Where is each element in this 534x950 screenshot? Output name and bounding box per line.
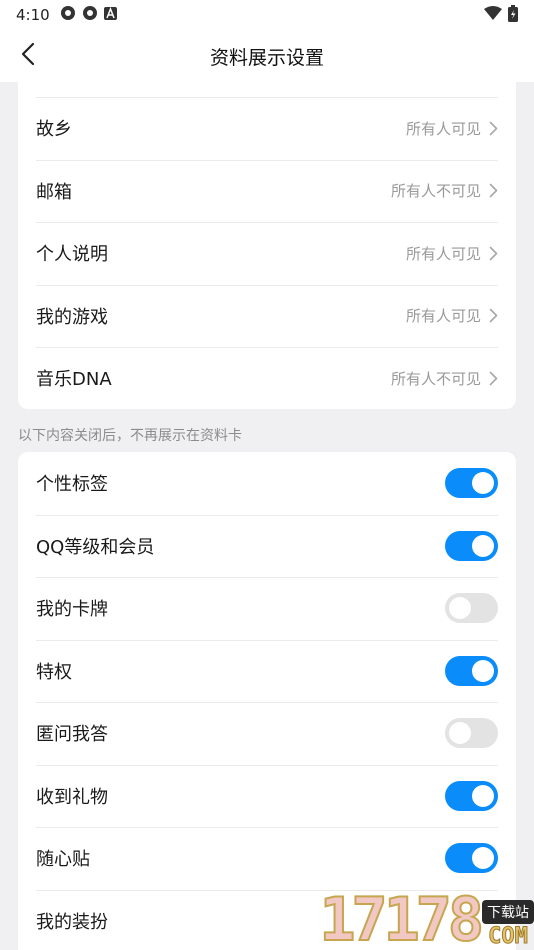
chevron-right-icon xyxy=(489,308,498,323)
battery-icon xyxy=(508,4,518,26)
chevron-right-icon xyxy=(489,121,498,136)
toggle-row-label: 我的装扮 xyxy=(36,911,108,933)
visibility-row-value: 所有人不可见 xyxy=(390,182,481,201)
toggle-row: 匿问我答 xyxy=(18,702,516,765)
wifi-icon xyxy=(484,6,502,24)
settings-gear-icon xyxy=(82,5,98,25)
toggle-row: QQ等级和会员 xyxy=(18,514,516,578)
toggle-knob xyxy=(472,784,494,807)
toggle-switch[interactable] xyxy=(445,530,498,561)
watermark-tag: 下载站 xyxy=(482,900,534,924)
list-item-partial xyxy=(18,68,516,97)
toggle-switch[interactable] xyxy=(445,468,498,499)
visibility-row-label: 个人说明 xyxy=(36,244,108,266)
visibility-row[interactable]: 邮箱 所有人不可见 xyxy=(18,159,516,223)
visibility-row[interactable]: 个人说明 所有人可见 xyxy=(18,222,516,285)
visibility-row[interactable]: 音乐DNA 所有人不可见 xyxy=(18,347,516,409)
toggle-row-label: 我的卡牌 xyxy=(36,599,108,621)
toggle-knob xyxy=(472,534,494,557)
toggle-row: 个性标签 xyxy=(18,452,516,515)
status-time: 4:10 xyxy=(16,6,50,24)
chevron-right-icon xyxy=(489,246,498,261)
visibility-row-label: 我的游戏 xyxy=(36,306,108,328)
toggle-switch[interactable] xyxy=(445,843,498,874)
chevron-left-icon xyxy=(21,42,35,70)
chevron-right-icon xyxy=(489,371,498,386)
settings-gear-icon xyxy=(60,5,76,25)
toggle-switch[interactable] xyxy=(445,593,498,624)
toggle-row-label: 随心贴 xyxy=(36,849,90,871)
toggle-settings-card: 个性标签 QQ等级和会员 我的卡牌特权匿问我答收到礼物随心贴我的装扮 xyxy=(18,452,516,950)
toggle-knob xyxy=(449,597,471,620)
toggle-row-label: 收到礼物 xyxy=(36,786,108,808)
toggle-knob xyxy=(472,847,494,870)
toggle-row: 收到礼物 xyxy=(18,764,516,828)
a-badge-icon xyxy=(103,6,117,24)
toggle-row-label: QQ等级和会员 xyxy=(36,536,155,558)
watermark-number: 17178 xyxy=(318,885,485,950)
chevron-right-icon xyxy=(489,183,498,198)
toggle-switch[interactable] xyxy=(445,780,498,811)
page-title: 资料展示设置 xyxy=(209,46,324,69)
visibility-row[interactable]: 我的游戏 所有人可见 xyxy=(18,284,516,348)
status-bar: 4:10 xyxy=(0,0,534,30)
toggle-switch[interactable] xyxy=(445,655,498,686)
visibility-row-value: 所有人不可见 xyxy=(390,369,481,388)
visibility-row[interactable]: 故乡 所有人可见 xyxy=(18,97,516,160)
toggle-row-label: 匿问我答 xyxy=(36,724,108,746)
toggle-knob xyxy=(472,659,494,682)
toggle-knob xyxy=(449,722,471,745)
visibility-settings-card: 故乡 所有人可见 邮箱 所有人不可见 个人说明 所有人可见 我的游戏 所有人可见 音乐DNA 所有… xyxy=(18,68,516,409)
visibility-row-label: 故乡 xyxy=(36,119,72,141)
toggle-knob xyxy=(472,472,494,495)
watermark-suffix: COM xyxy=(488,924,529,950)
toggle-row: 随心贴 xyxy=(18,827,516,890)
toggle-row: 特权 xyxy=(18,639,516,703)
visibility-row-label: 音乐DNA xyxy=(36,369,112,391)
toggle-row-label: 个性标签 xyxy=(36,474,108,496)
visibility-row-value: 所有人可见 xyxy=(405,307,481,326)
visibility-row-value: 所有人可见 xyxy=(405,244,481,263)
section-hint: 以下内容关闭后，不再展示在资料卡 xyxy=(18,428,242,444)
watermark-logo: 17178 下载站 COM xyxy=(304,888,534,950)
toggle-row-label: 特权 xyxy=(36,661,72,683)
toggle-switch[interactable] xyxy=(445,718,498,749)
visibility-row-value: 所有人可见 xyxy=(405,119,481,138)
visibility-row-label: 邮箱 xyxy=(36,181,72,203)
toggle-row: 我的卡牌 xyxy=(18,577,516,640)
